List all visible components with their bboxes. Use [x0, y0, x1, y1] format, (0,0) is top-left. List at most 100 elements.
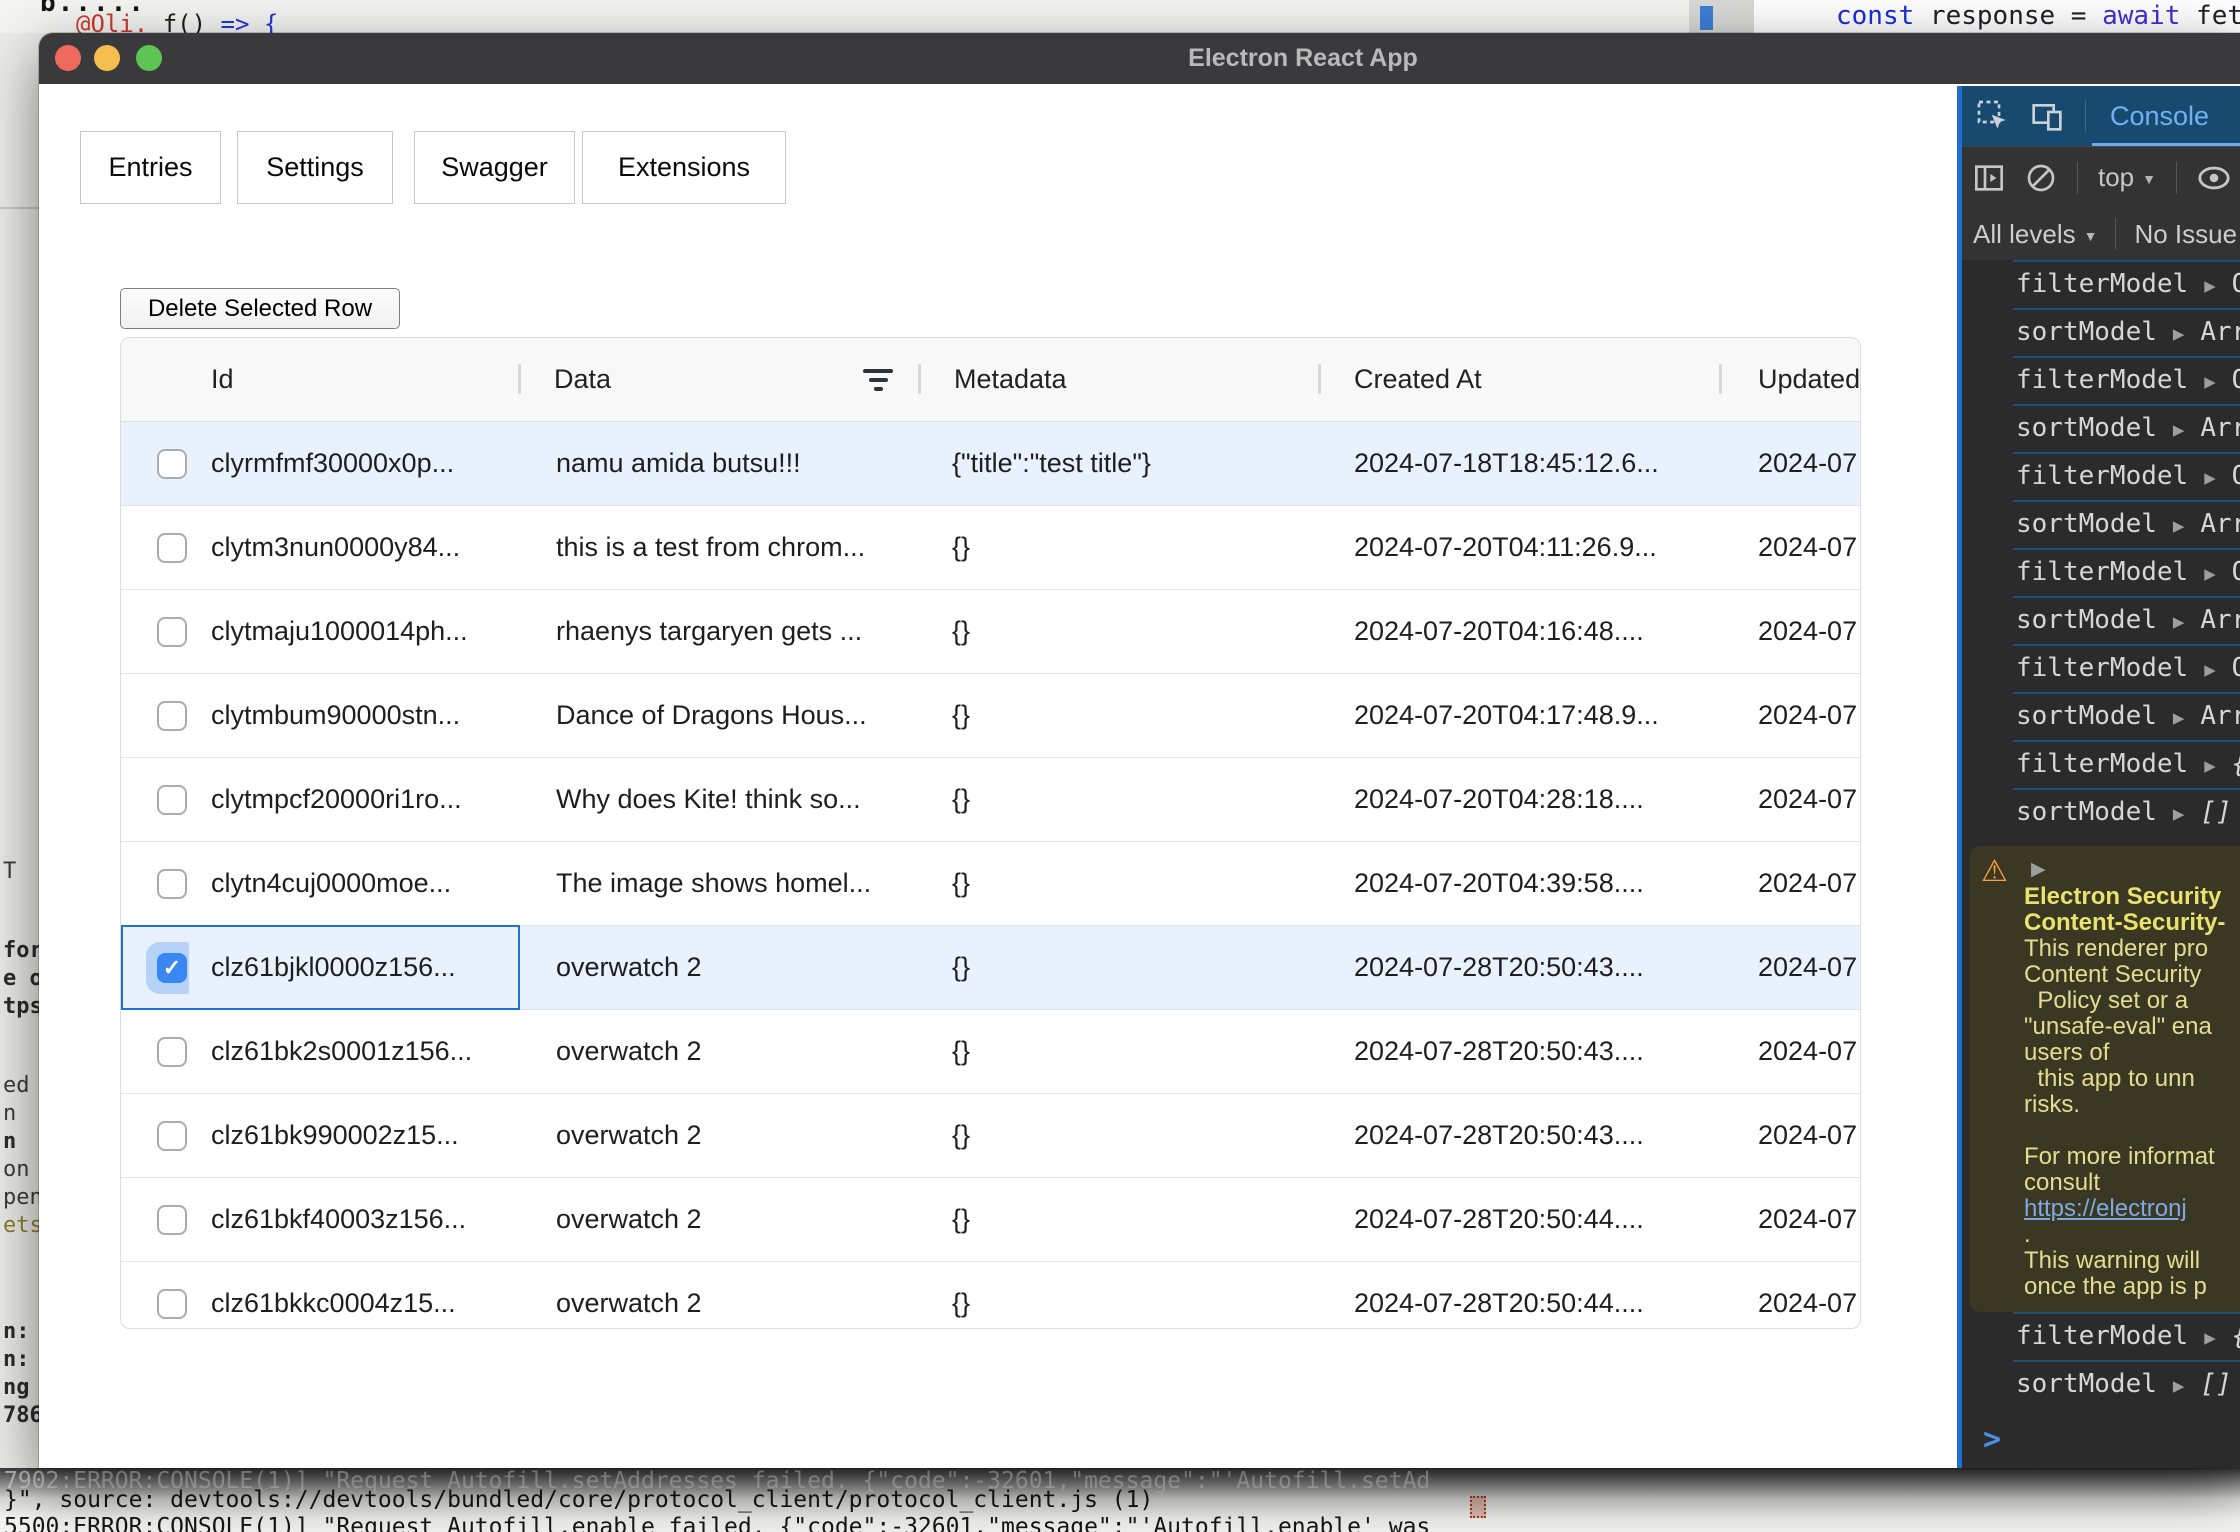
warning-text-line: This renderer pro: [2024, 936, 2240, 962]
cell-metadata: {}: [920, 1288, 1320, 1319]
row-checkbox[interactable]: [157, 1205, 187, 1235]
security-warning-message[interactable]: ⚠ ▶ Electron SecurityContent-Security-Th…: [1969, 846, 2240, 1312]
console-log-entry[interactable]: filterModel▶Obj: [1957, 356, 2240, 404]
table-row[interactable]: clz61bk2s0001z156... overwatch 2 {} 2024…: [121, 1010, 1860, 1094]
cell-metadata: {}: [920, 532, 1320, 563]
minimize-button[interactable]: [94, 45, 120, 71]
table-row[interactable]: clytmbum90000stn... Dance of Dragons Hou…: [121, 674, 1860, 758]
table-row[interactable]: clytmaju1000014ph... rhaenys targaryen g…: [121, 590, 1860, 674]
expand-arrow-icon[interactable]: ▶: [2204, 659, 2215, 681]
row-checkbox[interactable]: [157, 449, 187, 479]
column-header-id[interactable]: Id: [189, 364, 520, 395]
row-checkbox[interactable]: [157, 533, 187, 563]
console-log-entry[interactable]: sortModel▶[]: [1957, 1360, 2240, 1408]
devtools-resize-handle[interactable]: [1957, 86, 1962, 1468]
row-checkbox[interactable]: [157, 701, 187, 731]
expand-arrow-icon[interactable]: ▶: [2031, 858, 2046, 881]
filter-icon[interactable]: [863, 369, 893, 391]
table-row[interactable]: clytmpcf20000ri1ro... Why does Kite! thi…: [121, 758, 1860, 842]
console-log-entry[interactable]: filterModel▶{}: [1957, 1312, 2240, 1360]
table-row[interactable]: clytn4cuj0000moe... The image shows home…: [121, 842, 1860, 926]
console-log-entry[interactable]: filterModel▶{}: [1957, 740, 2240, 788]
expand-arrow-icon[interactable]: ▶: [2173, 803, 2184, 825]
row-checkbox[interactable]: [157, 953, 187, 983]
close-button[interactable]: [55, 45, 81, 71]
console-sidebar-icon[interactable]: [1973, 162, 2005, 194]
inspect-element-icon[interactable]: [1977, 100, 2009, 132]
cell-created-at: 2024-07-28T20:50:44....: [1320, 1288, 1721, 1319]
log-levels-select[interactable]: All levels▼: [1973, 219, 2097, 250]
expand-arrow-icon[interactable]: ▶: [2204, 1327, 2215, 1349]
expand-arrow-icon[interactable]: ▶: [2173, 323, 2184, 345]
table-row[interactable]: clytm3nun0000y84... this is a test from …: [121, 506, 1860, 590]
code-token: response =: [1930, 1, 2102, 31]
expand-arrow-icon[interactable]: ▶: [2204, 563, 2215, 585]
expand-arrow-icon[interactable]: ▶: [2204, 275, 2215, 297]
table-row[interactable]: clz61bkkc0004z15... overwatch 2 {} 2024-…: [121, 1262, 1860, 1329]
console-log-entry[interactable]: filterModel▶Obj: [1957, 452, 2240, 500]
expand-arrow-icon[interactable]: ▶: [2173, 707, 2184, 729]
tab[interactable]: Extensions: [582, 131, 786, 204]
expand-arrow-icon[interactable]: ▶: [2204, 467, 2215, 489]
log-value: Array: [2200, 317, 2240, 347]
console-log-entry[interactable]: sortModel▶[]: [1957, 788, 2240, 836]
log-variable-name: sortModel: [2016, 413, 2157, 443]
tab-console[interactable]: Console: [2110, 101, 2209, 132]
cell-id: clyrmfmf30000x0p...: [189, 448, 520, 479]
column-separator[interactable]: [1719, 364, 1722, 394]
table-row[interactable]: clz61bk990002z15... overwatch 2 {} 2024-…: [121, 1094, 1860, 1178]
tab[interactable]: Settings: [237, 131, 393, 204]
background-text-fragment: 7867: [3, 1403, 39, 1428]
column-header-updated[interactable]: Updated: [1721, 364, 1860, 395]
cell-data: this is a test from chrom...: [520, 532, 920, 563]
console-log-entry[interactable]: sortModel▶Array: [1957, 308, 2240, 356]
console-prompt[interactable]: >: [1957, 1422, 2240, 1457]
row-checkbox[interactable]: [157, 869, 187, 899]
row-checkbox[interactable]: [157, 785, 187, 815]
console-log-entry[interactable]: filterModel▶Obj: [1957, 644, 2240, 692]
row-checkbox[interactable]: [157, 617, 187, 647]
column-header-data[interactable]: Data: [520, 364, 920, 395]
expand-arrow-icon[interactable]: ▶: [2204, 755, 2215, 777]
cell-data: overwatch 2: [520, 1120, 920, 1151]
log-variable-name: sortModel: [2016, 509, 2157, 539]
live-expression-eye-icon[interactable]: [2197, 161, 2231, 195]
console-log-entry[interactable]: sortModel▶Array: [1957, 404, 2240, 452]
row-checkbox[interactable]: [157, 1037, 187, 1067]
tab[interactable]: Swagger: [414, 131, 575, 204]
console-log-entry[interactable]: filterModel ▶ Obj: [1957, 260, 2240, 308]
background-text-fragment: penc: [3, 1185, 39, 1210]
console-log-entry[interactable]: sortModel▶Array: [1957, 692, 2240, 740]
expand-arrow-icon[interactable]: ▶: [2173, 515, 2184, 537]
device-toolbar-icon[interactable]: [2031, 100, 2063, 132]
table-row[interactable]: clz61bjkl0000z156... overwatch 2 {} 2024…: [121, 926, 1860, 1010]
cell-updated: 2024-07: [1721, 448, 1860, 479]
column-separator[interactable]: [518, 364, 521, 394]
clear-console-icon[interactable]: [2025, 162, 2057, 194]
log-value: {}: [2232, 749, 2240, 779]
console-log-entry[interactable]: sortModel▶Array: [1957, 500, 2240, 548]
row-checkbox[interactable]: [157, 1121, 187, 1151]
expand-arrow-icon[interactable]: ▶: [2204, 371, 2215, 393]
console-log-entry[interactable]: sortModel▶Array: [1957, 596, 2240, 644]
column-separator[interactable]: [1318, 364, 1321, 394]
checkbox-cell: [121, 926, 189, 1009]
tab[interactable]: Entries: [80, 131, 221, 204]
column-header-metadata[interactable]: Metadata: [920, 364, 1320, 395]
column-header-created-at[interactable]: Created At: [1320, 364, 1721, 395]
execution-context-select[interactable]: top▼: [2098, 162, 2156, 193]
column-separator[interactable]: [918, 364, 921, 394]
maximize-button[interactable]: [136, 45, 162, 71]
log-variable-name: filterModel: [2016, 269, 2188, 299]
cell-data: overwatch 2: [520, 1036, 920, 1067]
log-value: Obj: [2232, 269, 2240, 299]
expand-arrow-icon[interactable]: ▶: [2173, 1375, 2184, 1397]
expand-arrow-icon[interactable]: ▶: [2173, 419, 2184, 441]
delete-selected-row-button[interactable]: Delete Selected Row: [120, 288, 400, 329]
table-row[interactable]: clyrmfmf30000x0p... namu amida butsu!!! …: [121, 422, 1860, 506]
table-row[interactable]: clz61bkf40003z156... overwatch 2 {} 2024…: [121, 1178, 1860, 1262]
console-log-entry[interactable]: filterModel▶Obj: [1957, 548, 2240, 596]
expand-arrow-icon[interactable]: ▶: [2173, 611, 2184, 633]
issues-counter[interactable]: No Issue: [2134, 219, 2237, 250]
row-checkbox[interactable]: [157, 1289, 187, 1319]
